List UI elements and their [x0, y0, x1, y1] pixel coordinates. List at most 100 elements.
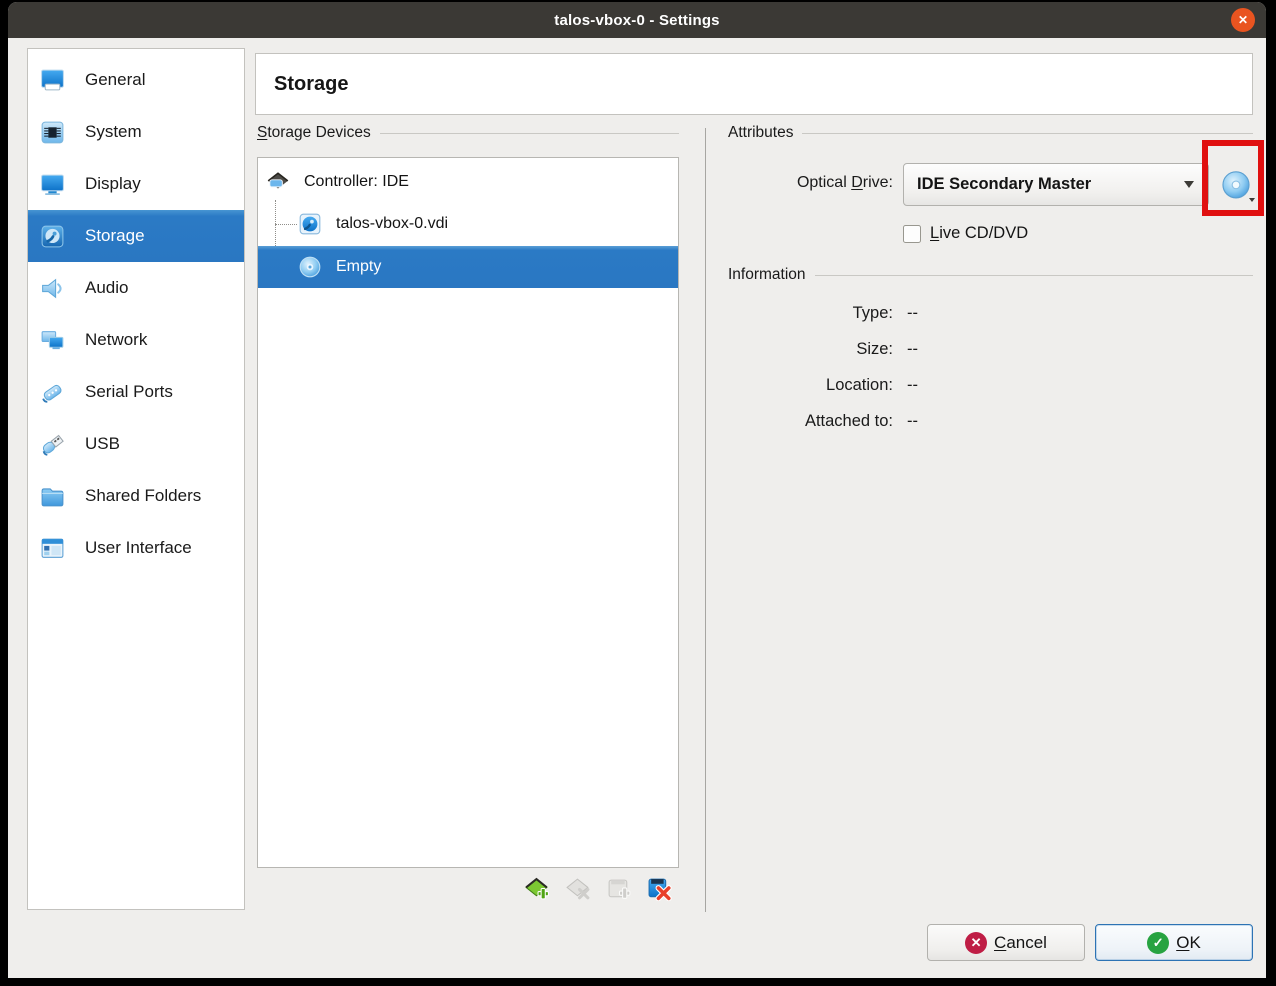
add-attachment-button[interactable]	[606, 876, 633, 903]
chevron-down-icon	[1184, 181, 1194, 188]
sidebar-item-system[interactable]: System	[28, 106, 244, 158]
label-text: C	[994, 933, 1006, 952]
info-label: Location:	[628, 376, 893, 395]
close-button[interactable]: ✕	[1231, 8, 1255, 32]
section-label-text: torage Devices	[267, 124, 370, 141]
sidebar-item-label: Serial Ports	[85, 382, 173, 402]
sidebar-item-label: System	[85, 122, 142, 142]
page-title: Storage	[274, 73, 348, 96]
tree-row-label: Controller: IDE	[304, 173, 409, 191]
sidebar-item-label: Display	[85, 174, 141, 194]
sidebar-item-label: Shared Folders	[85, 486, 201, 506]
sidebar-item-label: Storage	[85, 226, 145, 246]
info-label: Attached to:	[628, 412, 893, 431]
label-text: D	[851, 174, 863, 191]
optical-disc-icon	[298, 255, 322, 279]
optical-drive-select[interactable]: IDE Secondary Master	[903, 163, 1209, 206]
display-icon	[39, 171, 66, 198]
cancel-label: Cancel	[994, 933, 1047, 953]
tree-row-label: Empty	[336, 258, 381, 276]
sidebar-item-label: User Interface	[85, 538, 192, 558]
window-title: talos-vbox-0 - Settings	[554, 12, 719, 29]
sidebar-item-audio[interactable]: Audio	[28, 262, 244, 314]
page-header: Storage	[255, 53, 1253, 115]
storage-tree: Controller: IDE talos-vbox-0.vdi Empty	[257, 157, 679, 868]
sidebar-item-label: Network	[85, 330, 147, 350]
label-text: K	[1189, 933, 1200, 952]
ide-controller-icon	[266, 170, 290, 194]
label-text: ive CD/DVD	[939, 224, 1028, 242]
column-divider	[705, 128, 706, 912]
info-row-type: Type: --	[628, 295, 918, 331]
section-rule	[380, 133, 679, 134]
ok-button[interactable]: ✓ OK	[1095, 924, 1253, 961]
sidebar-item-network[interactable]: Network	[28, 314, 244, 366]
sidebar: General System Display Storage Audio Net…	[27, 48, 245, 910]
cancel-button[interactable]: ✕ Cancel	[927, 924, 1085, 961]
label-text: O	[1176, 933, 1189, 952]
tree-row-empty[interactable]: Empty	[258, 246, 678, 288]
cancel-icon: ✕	[965, 932, 987, 954]
live-cd-checkbox-row[interactable]: Live CD/DVD	[903, 224, 1028, 243]
live-cd-checkbox[interactable]	[903, 225, 921, 243]
attributes-section-label: Attributes	[728, 124, 1253, 142]
info-row-location: Location: --	[628, 367, 918, 403]
remove-attachment-button[interactable]	[647, 876, 674, 903]
section-label-text: Information	[728, 266, 806, 284]
sidebar-item-shared-folders[interactable]: Shared Folders	[28, 470, 244, 522]
usb-icon	[39, 431, 66, 458]
sidebar-item-label: USB	[85, 434, 120, 454]
user-interface-icon	[39, 535, 66, 562]
section-rule	[815, 275, 1253, 276]
optical-drive-label: Optical Drive:	[648, 174, 893, 192]
choose-disk-button[interactable]	[1215, 164, 1257, 210]
label-text: L	[930, 224, 939, 242]
close-icon: ✕	[1238, 14, 1248, 26]
info-value: --	[907, 304, 918, 323]
optical-disk-icon	[1219, 169, 1253, 203]
general-icon	[39, 67, 66, 94]
label-text: rive:	[863, 174, 893, 191]
titlebar[interactable]: talos-vbox-0 - Settings ✕	[8, 2, 1266, 38]
section-label-text: S	[257, 124, 267, 141]
sidebar-item-serial-ports[interactable]: Serial Ports	[28, 366, 244, 418]
remove-controller-button[interactable]	[565, 876, 592, 903]
sidebar-item-usb[interactable]: USB	[28, 418, 244, 470]
audio-icon	[39, 275, 66, 302]
sidebar-item-user-interface[interactable]: User Interface	[28, 522, 244, 574]
sidebar-item-storage[interactable]: Storage	[28, 210, 244, 262]
section-label-text: Attributes	[728, 124, 793, 142]
storage-icon	[39, 223, 66, 250]
ok-icon: ✓	[1147, 932, 1169, 954]
info-value: --	[907, 376, 918, 395]
optical-drive-value: IDE Secondary Master	[917, 175, 1184, 194]
system-icon	[39, 119, 66, 146]
live-cd-label: Live CD/DVD	[930, 224, 1028, 243]
label-text: ancel	[1006, 933, 1047, 952]
label-text: Optical	[797, 174, 851, 191]
storage-devices-section-label: Storage Devices	[257, 124, 679, 142]
add-controller-button[interactable]	[524, 876, 551, 903]
info-value: --	[907, 412, 918, 431]
sidebar-item-general[interactable]: General	[28, 54, 244, 106]
info-row-size: Size: --	[628, 331, 918, 367]
sidebar-item-display[interactable]: Display	[28, 158, 244, 210]
hard-disk-icon	[298, 212, 322, 236]
info-label: Size:	[628, 340, 893, 359]
ok-label: OK	[1176, 933, 1201, 953]
info-label: Type:	[628, 304, 893, 323]
info-row-attached-to: Attached to: --	[628, 403, 918, 439]
storage-toolbar	[524, 876, 674, 903]
network-icon	[39, 327, 66, 354]
sidebar-item-label: General	[85, 70, 145, 90]
tree-row-controller-ide[interactable]: Controller: IDE	[258, 162, 678, 202]
tree-row-label: talos-vbox-0.vdi	[336, 215, 448, 233]
sidebar-item-label: Audio	[85, 278, 128, 298]
section-rule	[802, 133, 1253, 134]
information-section-label: Information	[728, 266, 1253, 284]
chevron-down-icon	[1249, 198, 1255, 202]
settings-window: talos-vbox-0 - Settings ✕ General System…	[8, 2, 1266, 978]
shared-folders-icon	[39, 483, 66, 510]
serial-ports-icon	[39, 379, 66, 406]
tree-row-talos-vdi[interactable]: talos-vbox-0.vdi	[258, 204, 678, 244]
